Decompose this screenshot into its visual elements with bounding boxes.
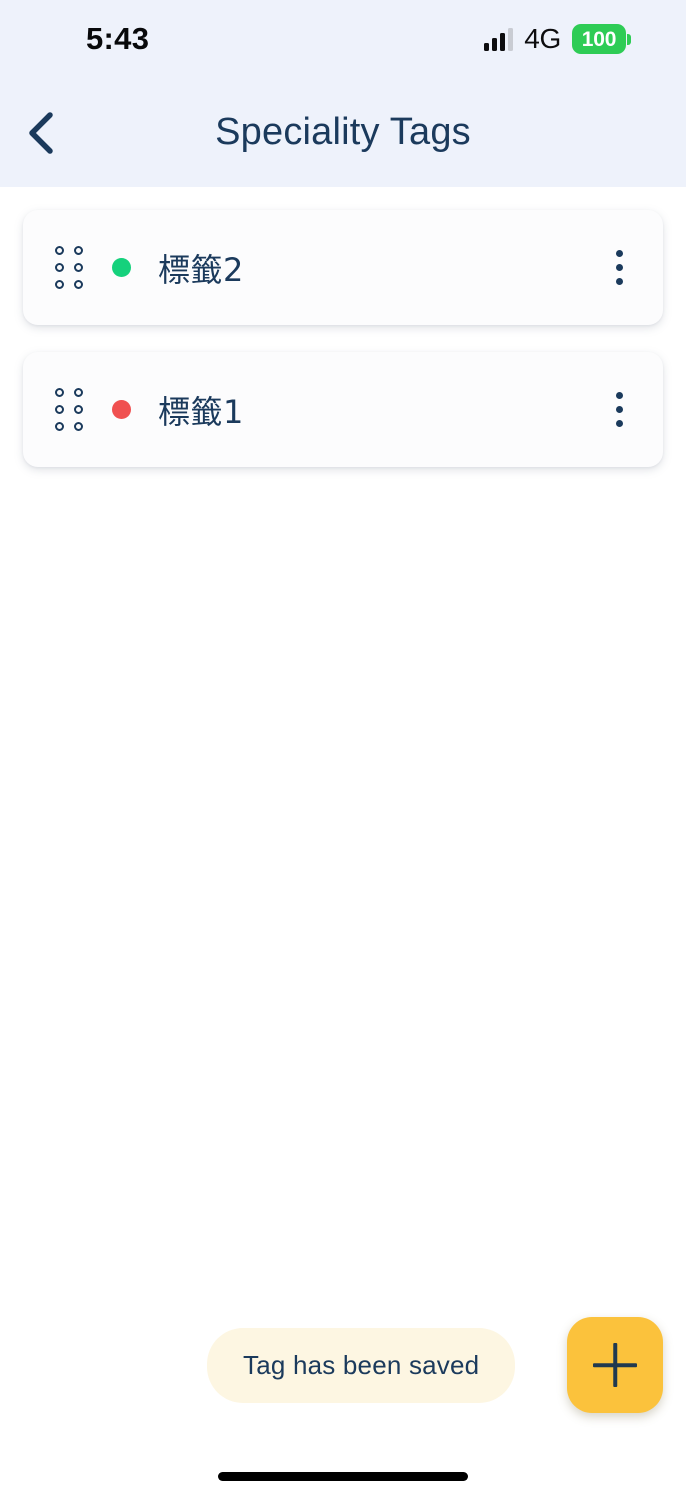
home-indicator <box>218 1472 468 1481</box>
toast-message: Tag has been saved <box>207 1327 516 1403</box>
tag-name-label: 標籤2 <box>158 250 244 289</box>
more-vertical-icon[interactable] <box>597 240 641 296</box>
header-band: 5:43 4G 100 Speciality Tags <box>0 0 686 187</box>
status-indicators: 4G 100 <box>484 23 631 55</box>
battery-body: 100 <box>572 24 626 54</box>
battery-nub <box>627 33 631 45</box>
status-time: 5:43 <box>86 21 150 56</box>
tag-list-item[interactable]: 標籤2 <box>23 210 663 325</box>
tag-name-label: 標籤1 <box>158 392 244 431</box>
more-vertical-icon[interactable] <box>597 382 641 438</box>
tag-color-dot <box>112 258 131 277</box>
signal-bars-icon <box>484 27 514 51</box>
nav-bar: Speciality Tags <box>0 78 686 187</box>
tag-color-dot <box>112 400 131 419</box>
add-tag-button[interactable] <box>567 1317 663 1413</box>
tag-list-item[interactable]: 標籤1 <box>23 352 663 467</box>
drag-handle-icon[interactable] <box>55 387 83 432</box>
back-button[interactable] <box>12 104 70 162</box>
tag-list: 標籤2 標籤1 <box>0 210 686 467</box>
status-bar: 5:43 4G 100 <box>0 0 686 78</box>
battery-level-label: 100 <box>581 27 617 51</box>
battery-icon: 100 <box>572 24 631 54</box>
bottom-action-row: Tag has been saved <box>0 1317 686 1413</box>
chevron-left-icon <box>29 111 53 154</box>
phone-screen: 5:43 4G 100 Speciality Tags 標籤2 標籤1 Tag … <box>0 0 686 1498</box>
plus-icon <box>593 1343 637 1387</box>
network-type-label: 4G <box>524 23 561 54</box>
page-title: Speciality Tags <box>215 111 471 153</box>
drag-handle-icon[interactable] <box>55 245 83 290</box>
main-content: 標籤2 標籤1 Tag has been saved <box>0 187 686 1498</box>
